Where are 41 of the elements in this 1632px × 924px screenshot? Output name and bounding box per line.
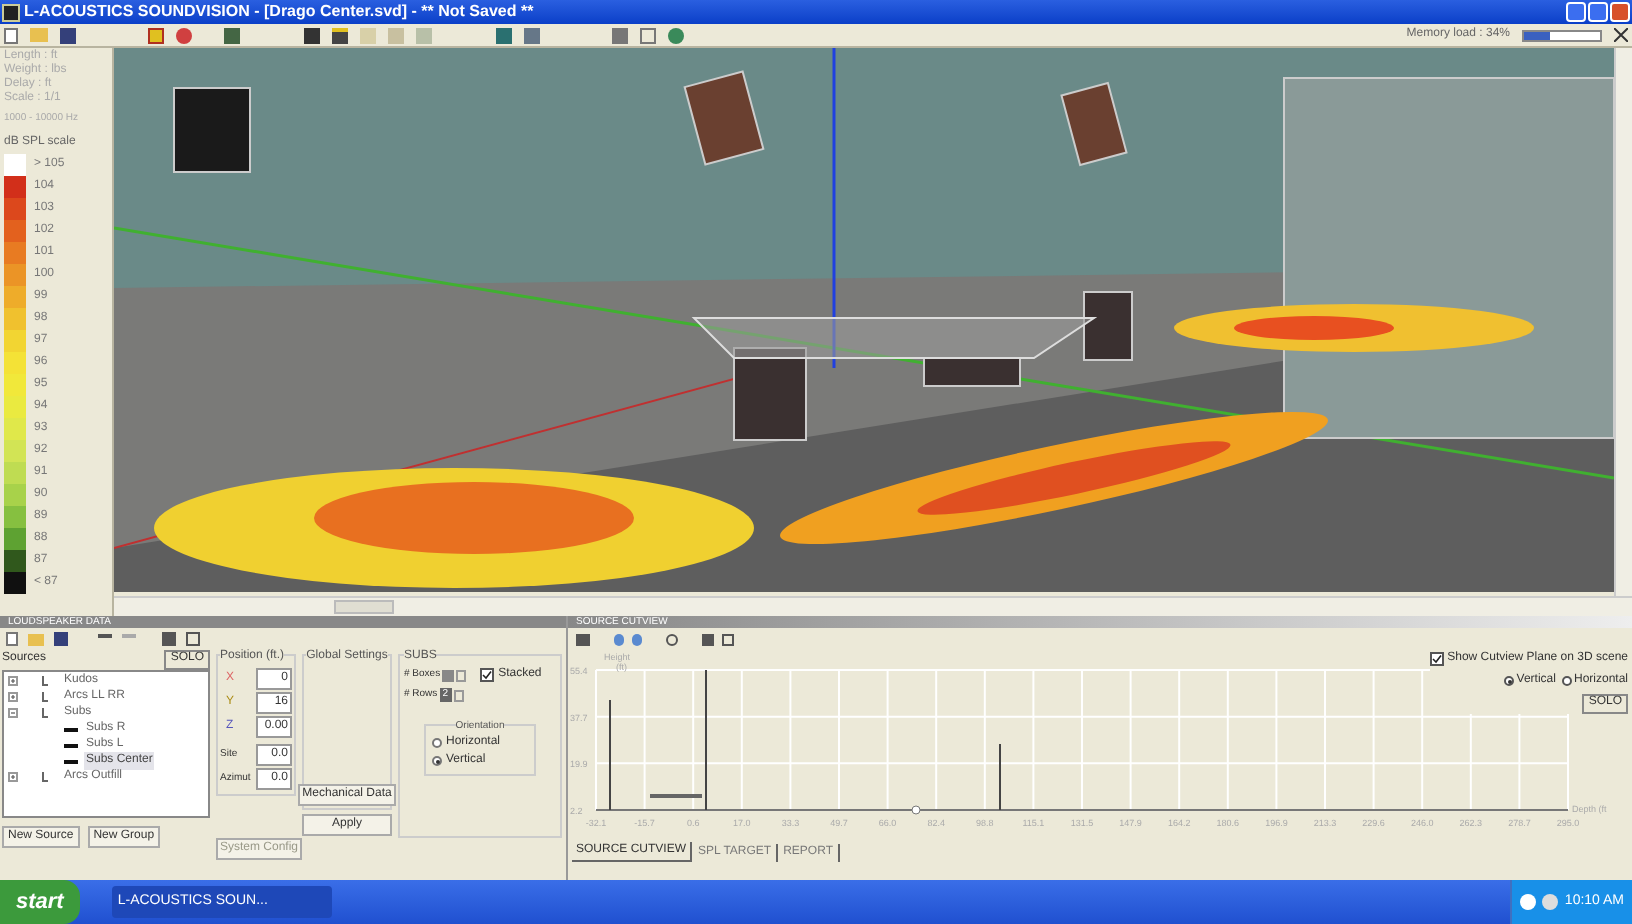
help-icon[interactable] [722, 633, 734, 645]
help-icon[interactable] [640, 27, 656, 43]
expand-icon[interactable] [8, 692, 18, 702]
expand-icon[interactable] [8, 676, 18, 686]
toolbar-icon[interactable] [666, 633, 678, 645]
start-button[interactable]: start [0, 880, 80, 924]
checkmark-icon [1431, 654, 1442, 664]
app-icon [2, 3, 20, 21]
save-icon[interactable] [60, 27, 76, 43]
undo-icon[interactable] [98, 634, 112, 644]
boxes-field[interactable] [442, 669, 455, 681]
window-title: L-ACOUSTICS SOUNDVISION - [Drago Center.svd] - ** Not Saved ** [24, 4, 534, 20]
minimize-icon[interactable] [1566, 2, 1586, 22]
show-plane-checkbox[interactable] [1429, 652, 1444, 666]
source-marker [650, 794, 702, 798]
new-file-icon[interactable] [4, 27, 18, 43]
stacked-checkbox[interactable] [480, 668, 495, 682]
help-icon[interactable] [186, 632, 200, 646]
new-file-icon[interactable] [6, 632, 18, 646]
height-axis [609, 699, 611, 811]
close-icon[interactable] [1610, 2, 1630, 22]
target-point [911, 805, 921, 815]
restore-icon[interactable] [1588, 2, 1608, 22]
pin-icon[interactable] [1614, 28, 1628, 42]
vertical-scrollbar[interactable] [1614, 48, 1632, 596]
radio-button[interactable] [1504, 676, 1515, 686]
print-icon[interactable] [576, 633, 590, 645]
source-line [999, 743, 1001, 811]
toolbar-icon[interactable] [702, 633, 714, 645]
radio-button[interactable] [432, 738, 442, 748]
horizontal-scrollbar[interactable] [114, 596, 1632, 616]
scrollbar-thumb[interactable] [334, 600, 394, 614]
expand-icon[interactable] [8, 772, 18, 782]
group-icon [42, 772, 48, 782]
toolbar-icon[interactable] [224, 27, 240, 43]
checkmark-icon [482, 670, 493, 680]
radio-button[interactable] [432, 756, 442, 766]
radio-button[interactable] [1561, 676, 1572, 686]
collapse-icon[interactable] [8, 708, 18, 718]
source-line [705, 669, 707, 811]
globe-icon[interactable] [668, 27, 684, 43]
